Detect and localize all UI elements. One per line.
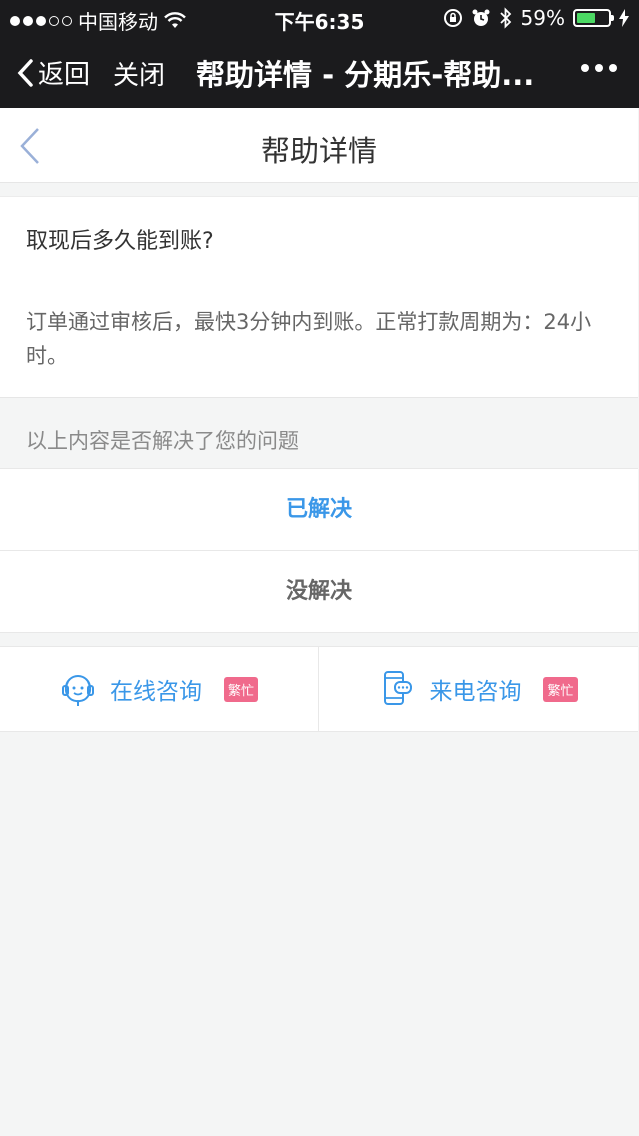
headset-icon <box>61 675 94 706</box>
consult-bar: 在线咨询 繁忙 来电咨询 繁忙 <box>0 646 638 732</box>
battery-icon <box>573 9 614 27</box>
alarm-icon <box>472 9 490 26</box>
unresolved-button[interactable]: 没解决 <box>0 550 638 633</box>
phone-consult-label: 来电咨询 <box>429 679 522 705</box>
resolved-button[interactable]: 已解决 <box>0 468 638 550</box>
battery-percent: 59% <box>520 6 565 30</box>
faq-answer: 订单通过审核后，最快3分钟内到账。正常打款周期为：24小时。 <box>0 277 638 398</box>
phone-busy-badge: 繁忙 <box>543 676 578 702</box>
online-consult-button[interactable]: 在线咨询 繁忙 <box>0 647 319 731</box>
rotation-lock-icon <box>443 9 462 27</box>
question-text: 取现后多久能到账? <box>26 229 214 254</box>
close-button[interactable]: 关闭 <box>113 55 165 92</box>
online-consult-label: 在线咨询 <box>109 679 202 705</box>
feedback-prompt: 以上内容是否解决了您的问题 <box>26 429 299 453</box>
status-right: 59% <box>443 6 629 30</box>
faq-question: 取现后多久能到账? <box>0 196 638 278</box>
page-header: 帮助详情 <box>0 108 638 183</box>
back-button[interactable]: 返回 <box>16 54 90 91</box>
phone-chat-icon <box>384 671 413 705</box>
online-busy-badge: 繁忙 <box>223 676 258 702</box>
chevron-left-icon <box>17 58 33 87</box>
nav-bar: 返回 关闭 帮助详情 - 分期乐-帮助... <box>0 36 639 108</box>
answer-text: 订单通过审核后，最快3分钟内到账。正常打款周期为：24小时。 <box>26 310 592 368</box>
charging-icon <box>619 9 629 27</box>
phone-consult-button[interactable]: 来电咨询 繁忙 <box>319 647 638 731</box>
nav-title: 帮助详情 - 分期乐-帮助... <box>196 58 535 92</box>
status-bar: 中国移动 下午6:35 59% <box>0 0 639 36</box>
page-title: 帮助详情 <box>260 134 377 168</box>
bluetooth-icon <box>499 7 511 29</box>
more-icon[interactable] <box>581 64 617 72</box>
back-label: 返回 <box>38 60 91 90</box>
